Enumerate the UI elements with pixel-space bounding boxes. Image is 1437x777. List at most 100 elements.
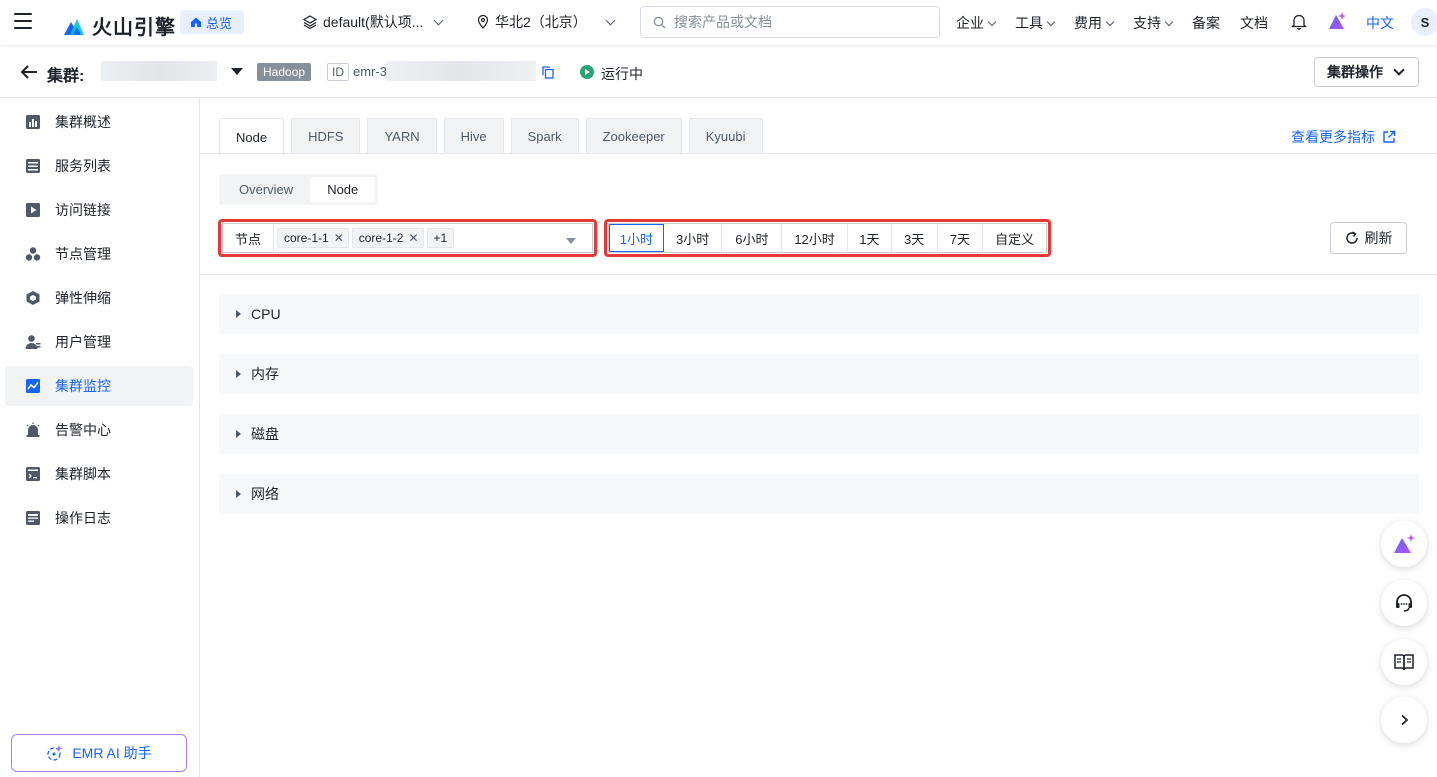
elastic-icon: [26, 291, 40, 305]
refresh-button[interactable]: 刷新: [1330, 222, 1407, 254]
time-6h[interactable]: 6小时: [722, 224, 783, 252]
nav-billing[interactable]: 费用: [1074, 13, 1115, 33]
cluster-operations-label: 集群操作: [1327, 64, 1383, 80]
panel-title: CPU: [251, 306, 281, 322]
overview-label: 总览: [206, 15, 233, 31]
global-search[interactable]: [640, 6, 940, 38]
nav-enterprise[interactable]: 企业: [956, 13, 997, 33]
caret-down-icon[interactable]: [231, 68, 243, 75]
node-multi-select[interactable]: 节点 core-1-1 ✕ core-1-2 ✕ +1: [222, 223, 593, 253]
panel-cpu[interactable]: CPU: [219, 294, 1419, 334]
more-metrics-link[interactable]: 查看更多指标: [1291, 127, 1396, 147]
nav-icp-filing[interactable]: 备案: [1192, 13, 1220, 33]
time-1h[interactable]: 1小时: [609, 224, 664, 252]
sidebar-item-label: 集群概述: [55, 114, 111, 130]
ai-assistant-icon[interactable]: [1327, 11, 1347, 31]
node-filter-label: 节点: [223, 224, 274, 252]
close-icon[interactable]: ✕: [334, 231, 344, 245]
emr-ai-assistant-button[interactable]: EMR AI 助手: [11, 734, 187, 772]
tab-yarn[interactable]: YARN: [367, 118, 437, 154]
caret-right-icon: [236, 430, 241, 438]
external-link-icon: [1383, 130, 1396, 143]
overview-button[interactable]: 总览: [180, 10, 245, 34]
tab-spark[interactable]: Spark: [510, 118, 579, 154]
sidebar-item-label: 集群脚本: [55, 466, 111, 482]
sidebar-item-service-list[interactable]: 服务列表: [5, 146, 193, 186]
top-nav-links: 企业 工具 费用 支持 备案 文档: [956, 13, 1288, 33]
nav-label: 费用: [1074, 15, 1102, 31]
cluster-id-redacted: [386, 61, 536, 81]
time-custom[interactable]: 自定义: [983, 224, 1046, 252]
copy-icon[interactable]: [542, 66, 554, 79]
time-1d[interactable]: 1天: [848, 224, 892, 252]
brand-logo[interactable]: 火山引擎: [62, 11, 176, 40]
ai-float-button[interactable]: [1381, 521, 1427, 567]
user-avatar[interactable]: S: [1411, 8, 1437, 36]
region-name: 华北2（北京）: [495, 14, 587, 30]
panel-memory[interactable]: 内存: [219, 354, 1419, 394]
bell-icon[interactable]: [1291, 13, 1307, 30]
time-12h[interactable]: 12小时: [782, 224, 848, 252]
panel-title: 内存: [251, 366, 279, 382]
sidebar-item-alarm-center[interactable]: 告警中心: [5, 410, 193, 450]
sidebar-item-label: 集群监控: [55, 378, 111, 394]
chevron-right-icon: [1401, 714, 1409, 726]
sidebar-item-cluster-scripts[interactable]: 集群脚本: [5, 454, 193, 494]
tab-hdfs[interactable]: HDFS: [291, 118, 361, 154]
cluster-header: 集群: Hadoop ID emr-3 运行中 集群操作: [0, 46, 1437, 98]
cluster-status: 运行中: [601, 66, 643, 82]
menu-icon[interactable]: [14, 13, 32, 31]
emr-ai-assistant-label: EMR AI 助手: [72, 745, 152, 761]
sidebar-item-label: 用户管理: [55, 334, 111, 350]
cluster-id: emr-3: [353, 64, 387, 79]
sidebar-item-cluster-overview[interactable]: 集群概述: [5, 102, 193, 142]
time-7d[interactable]: 7天: [938, 224, 984, 252]
search-input[interactable]: [674, 14, 914, 30]
sidebar-item-operation-logs[interactable]: 操作日志: [5, 498, 193, 538]
tab-node[interactable]: Node: [219, 118, 285, 155]
sidebar-item-user-management[interactable]: 用户管理: [5, 322, 193, 362]
nav-label: 支持: [1133, 15, 1161, 31]
dropdown-arrow-icon[interactable]: [566, 238, 576, 244]
nav-docs[interactable]: 文档: [1240, 13, 1268, 33]
customer-service-button[interactable]: [1381, 580, 1427, 626]
docs-float-button[interactable]: [1381, 639, 1427, 685]
caret-right-icon: [236, 490, 241, 498]
panel-network[interactable]: 网络: [219, 474, 1419, 514]
region-selector[interactable]: 华北2（北京）: [477, 12, 616, 32]
top-navigation-bar: 火山引擎 总览 default(默认项... 华北2（北京） 企业 工具 费用 …: [0, 0, 1437, 45]
refresh-label: 刷新: [1364, 230, 1393, 246]
more-nodes-chip[interactable]: +1: [426, 228, 455, 248]
sidebar-item-label: 访问链接: [55, 202, 111, 218]
panel-disk[interactable]: 磁盘: [219, 414, 1419, 454]
sidebar-item-node-management[interactable]: 节点管理: [5, 234, 193, 274]
nav-tools[interactable]: 工具: [1015, 13, 1056, 33]
time-3h[interactable]: 3小时: [664, 224, 723, 252]
chevron-down-icon: [1164, 17, 1174, 26]
nav-support[interactable]: 支持: [1133, 13, 1174, 33]
tab-kyuubi[interactable]: Kyuubi: [688, 118, 763, 154]
node-filter-highlight: 节点 core-1-1 ✕ core-1-2 ✕ +1: [218, 219, 597, 257]
tab-hive[interactable]: Hive: [443, 118, 504, 154]
sidebar-item-label: 告警中心: [55, 422, 111, 438]
caret-right-icon: [236, 310, 241, 318]
panel-title: 磁盘: [251, 426, 279, 442]
view-node[interactable]: Node: [310, 177, 376, 202]
view-overview[interactable]: Overview: [222, 177, 310, 202]
cluster-operations-button[interactable]: 集群操作: [1314, 57, 1419, 87]
time-3d[interactable]: 3天: [892, 224, 938, 252]
tab-zookeeper[interactable]: Zookeeper: [585, 118, 682, 154]
list-icon: [26, 159, 40, 173]
cluster-name-redacted: [101, 61, 217, 81]
project-selector[interactable]: default(默认项...: [303, 12, 444, 32]
language-switch[interactable]: 中文: [1366, 13, 1394, 33]
sidebar-item-auto-scaling[interactable]: 弹性伸缩: [5, 278, 193, 318]
back-arrow-icon[interactable]: [20, 63, 38, 81]
expand-float-button[interactable]: [1381, 697, 1427, 743]
alarm-icon: [26, 422, 40, 437]
sidebar-item-cluster-monitoring[interactable]: 集群监控: [5, 366, 193, 406]
close-icon[interactable]: ✕: [408, 231, 418, 245]
node-chip-label: core-1-1: [284, 231, 329, 245]
sidebar-item-access-links[interactable]: 访问链接: [5, 190, 193, 230]
sidebar: 集群概述 服务列表 访问链接 节点管理 弹性伸缩 用户管理 集群监控 告警中心 …: [0, 98, 200, 777]
